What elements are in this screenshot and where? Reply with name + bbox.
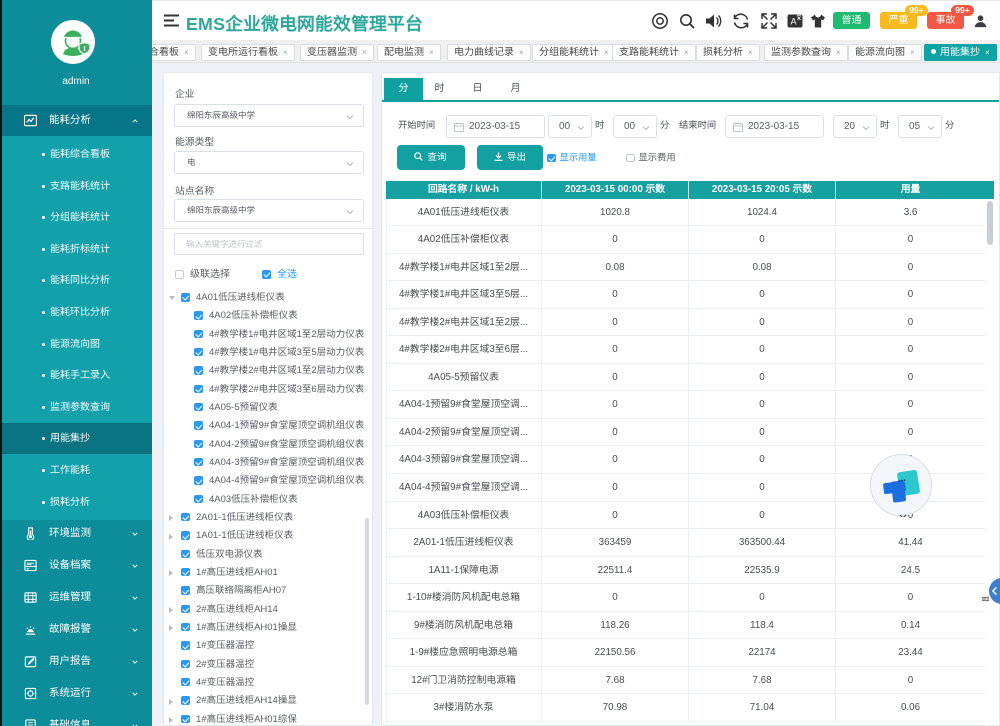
svg-text:A: A — [791, 17, 797, 27]
